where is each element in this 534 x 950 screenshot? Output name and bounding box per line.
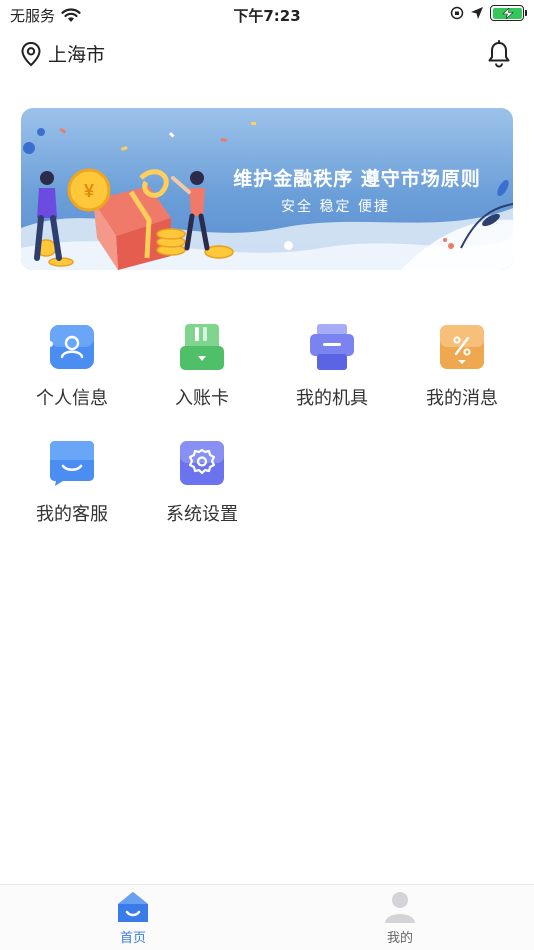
menu-item-my-machines[interactable]: 我的机具 xyxy=(277,324,387,410)
pos-machine-icon xyxy=(310,324,354,370)
menu-label-personal-info: 个人信息 xyxy=(36,388,108,409)
menu-label-bank-card: 入账卡 xyxy=(175,388,229,409)
orientation-lock-icon xyxy=(450,6,464,20)
tab-mine-label: 我的 xyxy=(386,931,413,946)
banner-page-indicator[interactable] xyxy=(284,241,293,250)
bank-card-icon xyxy=(180,324,224,370)
tab-bar: 首页 我的 xyxy=(0,884,534,950)
tab-mine[interactable]: 我的 xyxy=(340,889,460,946)
banner-title: 维护金融秩序 遵守市场原则 xyxy=(233,168,481,190)
home-icon xyxy=(118,892,148,922)
bell-icon[interactable] xyxy=(486,40,512,68)
battery-charging-icon xyxy=(490,5,527,21)
tab-home[interactable]: 首页 xyxy=(73,889,193,946)
location-arrow-icon xyxy=(471,7,483,19)
menu-item-bank-card[interactable]: 入账卡 xyxy=(147,324,257,410)
menu-label-my-machines: 我的机具 xyxy=(296,388,368,409)
menu-item-system-settings[interactable]: 系统设置 xyxy=(147,440,257,526)
status-right xyxy=(450,5,527,21)
banner-subtitle: 安全 稳定 便捷 xyxy=(281,199,390,215)
promo-banner[interactable]: ¥ 维护金融秩序 遵守市场原则 安全 稳定 便捷 xyxy=(21,108,513,270)
location-label: 上海市 xyxy=(48,44,106,66)
discount-message-icon xyxy=(440,325,484,369)
svg-text:¥: ¥ xyxy=(84,181,94,201)
profile-icon xyxy=(385,892,415,923)
settings-gear-icon xyxy=(180,441,224,485)
menu-item-my-messages[interactable]: 我的消息 xyxy=(407,324,517,410)
tab-home-label: 首页 xyxy=(119,931,146,946)
header: 上海市 xyxy=(0,36,534,74)
customer-service-icon xyxy=(50,441,94,486)
menu-label-customer-service: 我的客服 xyxy=(36,504,108,525)
menu-item-personal-info[interactable]: 个人信息 xyxy=(17,324,127,410)
menu-label-system-settings: 系统设置 xyxy=(166,504,238,525)
location-pin-icon xyxy=(21,41,41,66)
location-selector[interactable]: 上海市 xyxy=(20,40,105,67)
status-bar: 无服务 下午7:23 xyxy=(0,0,534,30)
menu-item-customer-service[interactable]: 我的客服 xyxy=(17,440,127,526)
menu-label-my-messages: 我的消息 xyxy=(426,388,498,409)
user-card-icon xyxy=(49,325,94,369)
